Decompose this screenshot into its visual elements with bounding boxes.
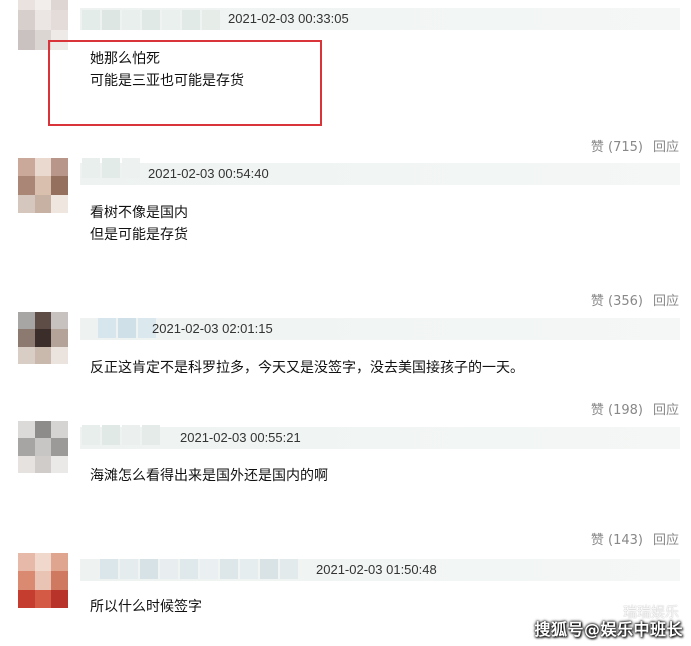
avatar[interactable] [18,158,68,213]
comment-actions: 赞 (715) 回应 [591,136,679,155]
reply-button[interactable]: 回应 [653,529,679,548]
comment-text-line: 反正这肯定不是科罗拉多，今天又是没签字，没去美国接孩子的一天。 [90,360,524,376]
comment-text: 所以什么时候签字 [90,596,202,618]
comment-header-bar [80,427,680,449]
username-blurred[interactable] [82,10,220,30]
comment-text-line: 海滩怎么看得出来是国外还是国内的啊 [90,468,328,484]
username-blurred[interactable] [100,559,298,579]
comment-text: 反正这肯定不是科罗拉多，今天又是没签字，没去美国接孩子的一天。 [90,357,524,379]
username-blurred[interactable] [82,425,160,445]
comment-timestamp: 2021-02-03 02:01:15 [152,321,273,336]
comment-actions: 赞 (198) 回应 [591,399,679,418]
comment-text: 看树不像是国内 但是可能是存货 [90,202,188,246]
comment-text-line: 所以什么时候签字 [90,599,202,615]
like-button[interactable]: 赞 (715) [591,136,643,155]
username-blurred[interactable] [98,318,156,338]
username-blurred[interactable] [82,158,140,178]
comment-text-line: 看树不像是国内 [90,205,188,221]
comment-text-line: 但是可能是存货 [90,227,188,243]
comment-text-line: 可能是三亚也可能是存货 [90,73,244,89]
reply-button[interactable]: 回应 [653,136,679,155]
comment-timestamp: 2021-02-03 01:50:48 [316,562,437,577]
comment-timestamp: 2021-02-03 00:55:21 [180,430,301,445]
comment-timestamp: 2021-02-03 00:54:40 [148,166,269,181]
like-button[interactable]: 赞 (356) [591,290,643,309]
comment-actions: 赞 (143) 回应 [591,529,679,548]
watermark: 搜狐号@娱乐中班长 [534,620,683,639]
avatar[interactable] [18,421,68,473]
comment-timestamp: 2021-02-03 00:33:05 [228,11,349,26]
avatar[interactable] [18,553,68,608]
comment-actions: 赞 (356) 回应 [591,290,679,309]
comment-text: 海滩怎么看得出来是国外还是国内的啊 [90,465,328,487]
like-button[interactable]: 赞 (143) [591,529,643,548]
avatar[interactable] [18,312,68,364]
comment-text: 她那么怕死 可能是三亚也可能是存货 [90,48,244,92]
comment-text-line: 她那么怕死 [90,51,160,67]
like-button[interactable]: 赞 (198) [591,399,643,418]
reply-button[interactable]: 回应 [653,290,679,309]
reply-button[interactable]: 回应 [653,399,679,418]
